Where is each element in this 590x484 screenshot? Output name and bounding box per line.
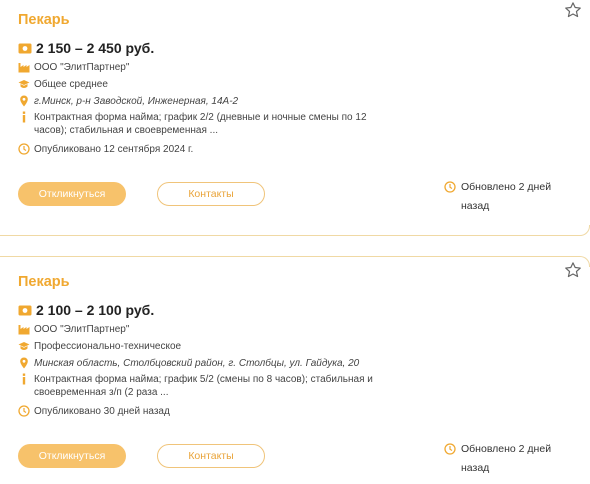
updated-text: Обновлено 2 дней назад <box>461 181 552 212</box>
money-icon <box>18 43 32 53</box>
salary-text: 2 150 – 2 450 руб. <box>36 40 155 56</box>
updated-info: Обновлено 2 дней назад <box>444 440 561 478</box>
info-icon <box>22 111 26 123</box>
clock-icon <box>18 143 30 155</box>
address-row: Минская область, Столбцовский район, г. … <box>18 357 359 370</box>
published-row: Опубликовано 12 сентября 2024 г. <box>18 143 193 156</box>
education-row: Общее среднее <box>18 78 108 91</box>
factory-icon <box>18 63 30 73</box>
company-row: ООО "ЭлитПартнер" <box>18 323 129 336</box>
address-text: Минская область, Столбцовский район, г. … <box>34 358 360 369</box>
graduation-cap-icon <box>18 342 30 350</box>
clock-icon <box>444 443 456 455</box>
star-icon[interactable] <box>564 1 582 19</box>
salary-text: 2 100 – 2 100 руб. <box>36 302 155 318</box>
published-text: Опубликовано 30 дней назад <box>34 406 170 417</box>
salary: 2 100 – 2 100 руб. <box>18 302 154 318</box>
info-icon <box>22 373 26 385</box>
location-pin-icon <box>20 357 28 369</box>
education-row: Профессионально-техническое <box>18 340 181 353</box>
updated-text: Обновлено 2 дней назад <box>461 443 552 474</box>
company-name: ООО "ЭлитПартнер" <box>34 62 130 73</box>
conditions-row: Контрактная форма найма; график 2/2 (дне… <box>18 111 384 137</box>
vacancy-card: Пекарь 2 150 – 2 450 руб. ООО "ЭлитПартн… <box>0 0 590 236</box>
location-pin-icon <box>20 95 28 107</box>
conditions-text: Контрактная форма найма; график 5/2 (сме… <box>34 374 373 398</box>
conditions-text: Контрактная форма найма; график 2/2 (дне… <box>34 112 367 136</box>
conditions-row: Контрактная форма найма; график 5/2 (сме… <box>18 373 384 399</box>
company-row: ООО "ЭлитПартнер" <box>18 61 129 74</box>
company-name: ООО "ЭлитПартнер" <box>34 324 130 335</box>
salary: 2 150 – 2 450 руб. <box>18 40 154 56</box>
factory-icon <box>18 325 30 335</box>
vacancy-title[interactable]: Пекарь <box>18 12 70 28</box>
graduation-cap-icon <box>18 80 30 88</box>
contacts-button[interactable]: Контакты <box>157 182 265 206</box>
money-icon <box>18 305 32 315</box>
education-text: Общее среднее <box>34 79 108 90</box>
published-text: Опубликовано 12 сентября 2024 г. <box>34 144 194 155</box>
apply-button[interactable]: Откликнуться <box>18 182 126 206</box>
address-text: г.Минск, р-н Заводской, Инженерная, 14А-… <box>34 96 239 107</box>
contacts-button[interactable]: Контакты <box>157 444 265 468</box>
vacancy-card: Пекарь 2 100 – 2 100 руб. ООО "ЭлитПартн… <box>0 256 590 484</box>
address-row: г.Минск, р-н Заводской, Инженерная, 14А-… <box>18 95 238 108</box>
updated-info: Обновлено 2 дней назад <box>444 178 561 216</box>
published-row: Опубликовано 30 дней назад <box>18 405 170 418</box>
apply-button[interactable]: Откликнуться <box>18 444 126 468</box>
star-icon[interactable] <box>564 261 582 279</box>
clock-icon <box>18 405 30 417</box>
education-text: Профессионально-техническое <box>34 341 182 352</box>
clock-icon <box>444 181 456 193</box>
vacancy-title[interactable]: Пекарь <box>18 274 70 290</box>
